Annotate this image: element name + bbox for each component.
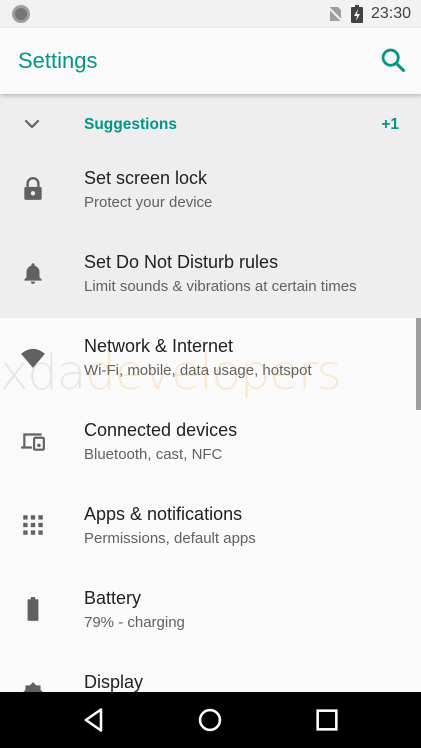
scrollbar-thumb[interactable] bbox=[416, 318, 421, 410]
recents-icon[interactable] bbox=[313, 706, 341, 734]
settings-item-subtitle: Wi-Fi, mobile, data usage, hotspot bbox=[84, 362, 312, 379]
settings-list: Network & Internet Wi-Fi, mobile, data u… bbox=[0, 318, 421, 692]
settings-item-subtitle: Bluetooth, cast, NFC bbox=[84, 446, 223, 463]
back-icon[interactable] bbox=[80, 706, 108, 734]
suggestions-header[interactable]: Suggestions +1 bbox=[0, 94, 421, 156]
no-sim-icon bbox=[327, 6, 343, 22]
settings-item-apps[interactable]: Apps & notifications Permissions, defaul… bbox=[0, 486, 421, 570]
home-icon[interactable] bbox=[196, 706, 224, 734]
suggestions-count: +1 bbox=[381, 116, 399, 133]
status-icons: 23:30 bbox=[327, 4, 411, 24]
page-title: Settings bbox=[18, 48, 98, 73]
bell-icon bbox=[24, 263, 42, 284]
display-icon bbox=[23, 682, 43, 692]
settings-item-title: Network & Internet bbox=[84, 336, 234, 356]
settings-item-battery[interactable]: Battery 79% - charging bbox=[0, 570, 421, 654]
status-time: 23:30 bbox=[370, 5, 411, 22]
settings-item-title: Connected devices bbox=[84, 420, 238, 440]
suggestions-section: Suggestions +1 Set screen lock Protect y… bbox=[0, 94, 421, 318]
settings-item-subtitle: 79% - charging bbox=[84, 614, 185, 631]
apps-grid-icon bbox=[23, 515, 43, 535]
settings-item-title: Apps & notifications bbox=[84, 504, 243, 524]
suggestion-subtitle: Limit sounds & vibrations at certain tim… bbox=[84, 278, 357, 295]
devices-icon bbox=[21, 433, 45, 451]
app-bar: Settings bbox=[0, 28, 421, 94]
suggestion-item-screen-lock[interactable]: Set screen lock Protect your device bbox=[0, 150, 421, 234]
suggestion-title: Set screen lock bbox=[84, 168, 208, 188]
settings-item-connected-devices[interactable]: Connected devices Bluetooth, cast, NFC bbox=[0, 402, 421, 486]
settings-item-title: Display bbox=[84, 672, 144, 692]
suggestions-label: Suggestions bbox=[84, 116, 178, 133]
battery-charging-icon bbox=[350, 5, 363, 23]
lock-icon bbox=[24, 177, 42, 200]
wifi-icon bbox=[21, 348, 45, 368]
suggestion-subtitle: Protect your device bbox=[84, 194, 213, 211]
notification-dot-icon bbox=[12, 5, 30, 23]
chevron-down-icon[interactable] bbox=[20, 112, 44, 136]
suggestion-title: Set Do Not Disturb rules bbox=[84, 252, 279, 272]
settings-item-network[interactable]: Network & Internet Wi-Fi, mobile, data u… bbox=[0, 318, 421, 402]
search-icon[interactable] bbox=[379, 46, 407, 74]
settings-item-display[interactable]: Display bbox=[0, 654, 421, 692]
battery-icon bbox=[27, 597, 39, 621]
settings-item-subtitle: Permissions, default apps bbox=[84, 530, 256, 547]
status-bar: 23:30 bbox=[0, 0, 421, 28]
settings-item-title: Battery bbox=[84, 588, 142, 608]
suggestion-item-do-not-disturb[interactable]: Set Do Not Disturb rules Limit sounds & … bbox=[0, 234, 421, 318]
navigation-bar bbox=[0, 692, 421, 748]
